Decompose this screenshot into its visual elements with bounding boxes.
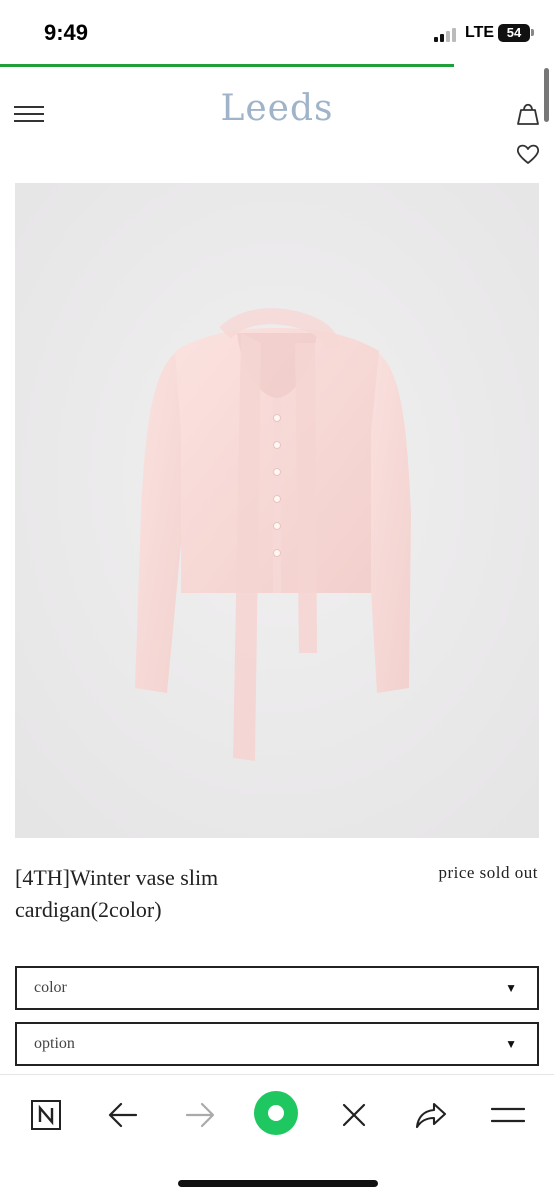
store-logo[interactable]: Leeds (0, 88, 554, 129)
product-price: price sold out (438, 863, 538, 882)
status-time: 9:49 (44, 20, 89, 45)
battery-level: 54 (506, 25, 522, 40)
home-indicator[interactable] (178, 1180, 378, 1187)
battery-cap (531, 29, 534, 36)
chevron-down-icon: ▼ (505, 1037, 517, 1051)
shopping-bag-icon[interactable] (515, 100, 541, 126)
page-load-progress-fill (0, 64, 455, 67)
network-type: LTE (465, 24, 495, 41)
status-bar: 9:49 LTE 54 (0, 0, 554, 66)
green-dot-icon[interactable] (253, 1090, 299, 1136)
scrollbar[interactable] (544, 68, 549, 122)
naver-n-icon[interactable] (24, 1093, 68, 1137)
page-load-progress (0, 64, 554, 67)
back-arrow-icon[interactable] (101, 1093, 145, 1137)
forward-arrow-icon[interactable] (178, 1093, 222, 1137)
color-select-label: color (34, 979, 67, 996)
heart-icon[interactable] (515, 142, 541, 166)
cardigan-illustration (15, 183, 539, 838)
close-icon[interactable] (332, 1093, 376, 1137)
signal-strength-icon (434, 26, 460, 42)
chevron-down-icon: ▼ (505, 981, 517, 995)
product-name: [4TH]Winter vase slim cardigan(2color) (15, 865, 219, 922)
color-select[interactable]: color ▼ (15, 966, 539, 1010)
menu-icon[interactable] (486, 1093, 530, 1137)
option-select-label: option (34, 1035, 75, 1052)
battery-icon: 54 (498, 24, 530, 42)
share-icon[interactable] (409, 1093, 453, 1137)
product-image[interactable] (15, 183, 539, 838)
option-select[interactable]: option ▼ (15, 1022, 539, 1066)
